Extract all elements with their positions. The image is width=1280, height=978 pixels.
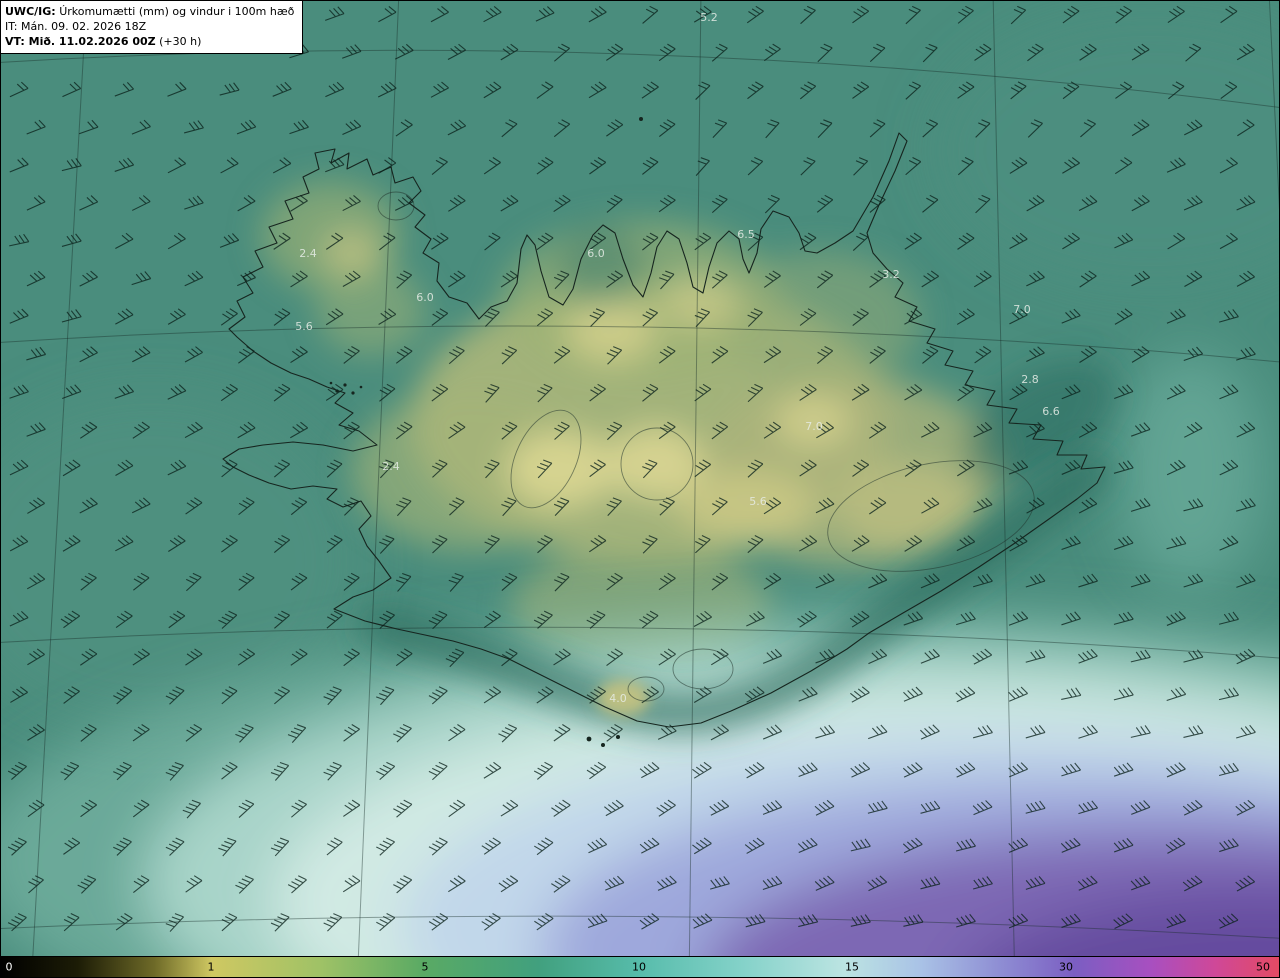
map-value-label: 7.0: [1013, 303, 1031, 316]
map-value-label: 6.0: [587, 247, 605, 260]
precipitation-wind-map: 5.2 6.5 6.0 2.4 3.2 6.0 7.0 5.6 2.8 6.6 7.0 2.4 5.6 4…: [1, 1, 1279, 977]
colorbar-tick-label: 30: [1059, 960, 1073, 974]
valid-offset: (+30 h): [159, 35, 202, 48]
valid-time-line: VT: Mið. 11.02.2026 00Z (+30 h): [5, 34, 294, 49]
colorbar-tick-label: 0: [5, 960, 13, 974]
map-value-label: 2.8: [1021, 373, 1039, 386]
product-line: UWC/IG: Úrkomumætti (mm) og vindur i 100…: [5, 4, 294, 19]
colorbar-tick-labels: 0 1 5 10 15 30 50: [1, 957, 1279, 977]
map-value-label: 2.4: [382, 460, 400, 473]
weather-map-page: 5.2 6.5 6.0 2.4 3.2 6.0 7.0 5.6 2.8 6.6 7.0 2.4 5.6 4…: [0, 0, 1280, 978]
model-info-box: UWC/IG: Úrkomumætti (mm) og vindur i 100…: [1, 1, 304, 54]
product-title: Úrkomumætti (mm) og vindur i 100m hæð: [59, 5, 295, 18]
colorbar-tick-label: 50: [1256, 960, 1270, 974]
map-value-label: 5.6: [749, 495, 767, 508]
map-value-label: 6.5: [737, 228, 755, 241]
map-value-label: 4.0: [609, 692, 627, 705]
map-value-label: 6.6: [1042, 405, 1060, 418]
map-value-label: 7.0: [805, 420, 823, 433]
colorbar-tick-label: 1: [207, 960, 215, 974]
valid-time: VT: Mið. 11.02.2026 00Z: [5, 35, 156, 48]
precipitation-colorbar: 0 1 5 10 15 30 50: [1, 956, 1279, 977]
colorbar-tick-label: 15: [845, 960, 859, 974]
map-value-label: 6.0: [416, 291, 434, 304]
init-time-line: IT: Mán. 09. 02. 2026 18Z: [5, 20, 147, 33]
colorbar-tick-label: 5: [421, 960, 429, 974]
colorbar-tick-label: 10: [632, 960, 646, 974]
model-name: UWC/IG:: [5, 5, 56, 18]
map-value-label: 3.2: [882, 268, 900, 281]
map-value-label: 2.4: [299, 247, 317, 260]
map-value-label: 5.2: [700, 11, 718, 24]
map-value-label: 5.6: [295, 320, 313, 333]
